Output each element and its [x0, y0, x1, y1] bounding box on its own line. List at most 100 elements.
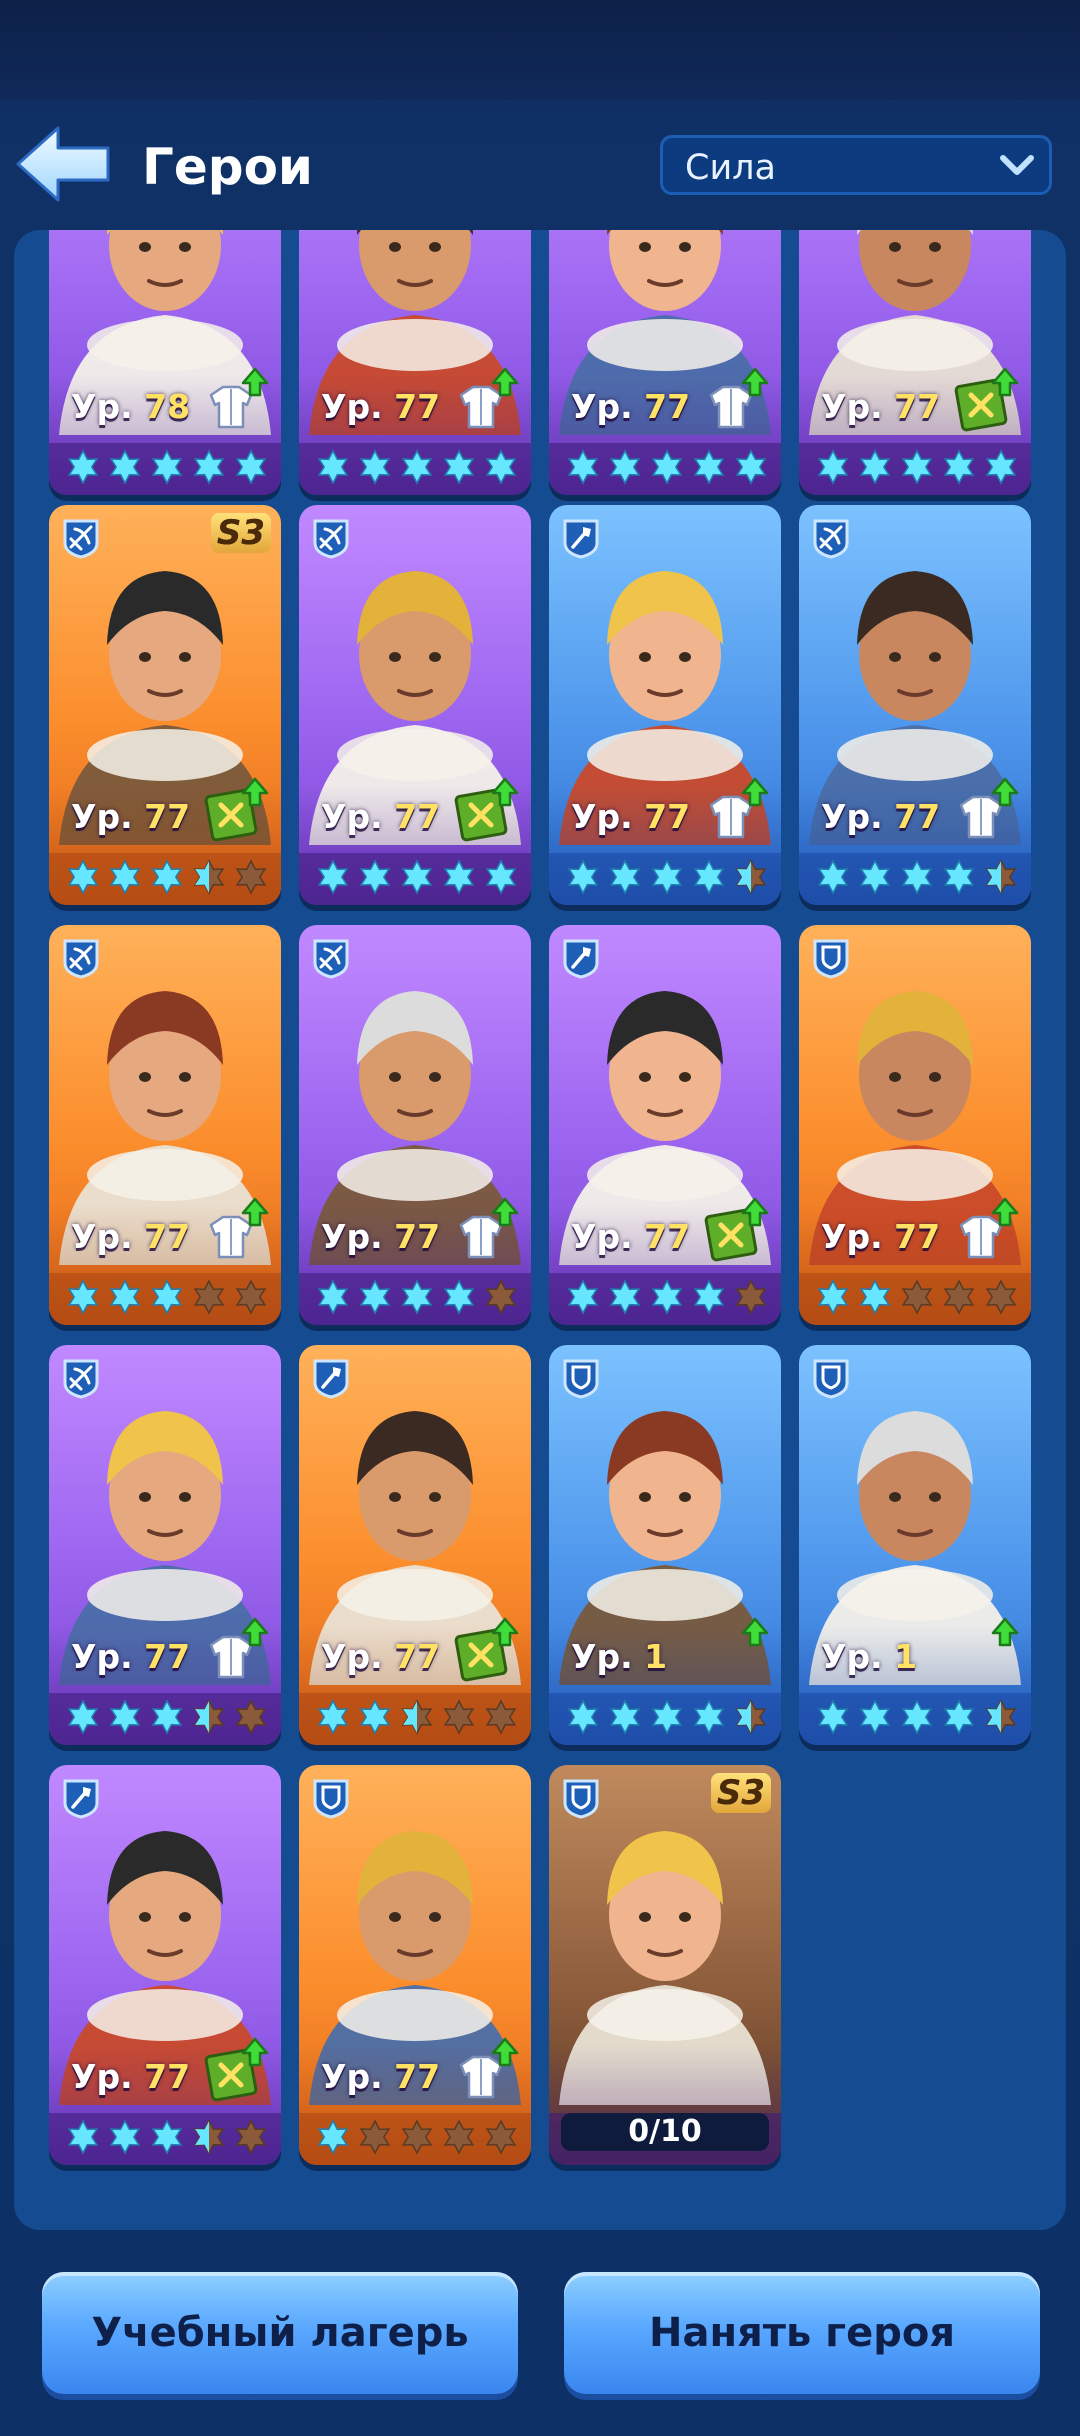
star-filled-icon — [567, 859, 599, 895]
star-filled-icon — [859, 449, 891, 485]
shield-role-icon — [813, 939, 849, 979]
hero-card[interactable]: Ур. 77 — [799, 230, 1031, 495]
star-filled-icon — [943, 449, 975, 485]
manual-upgrade-icon — [204, 2037, 269, 2102]
shovel-role-icon — [563, 939, 599, 979]
locked-hero-card[interactable]: S3 0/10 — [549, 1765, 781, 2165]
star-rating — [317, 1279, 517, 1315]
hero-card[interactable]: Ур. 77 — [299, 1345, 531, 1745]
hero-level: Ур. 77 — [321, 1637, 440, 1676]
season-badge: S3 — [210, 513, 271, 553]
star-filled-icon — [443, 449, 475, 485]
level-prefix: Ур. — [571, 1637, 633, 1676]
star-filled-icon — [817, 449, 849, 485]
hero-level: Ур. 77 — [571, 1217, 690, 1256]
back-button[interactable] — [14, 122, 114, 206]
hero-level: Ур. 77 — [71, 1217, 190, 1256]
crossbow-role-icon — [813, 519, 849, 559]
level-number: 1 — [644, 1637, 668, 1676]
star-filled-icon — [609, 1699, 641, 1735]
level-number: 1 — [894, 1637, 918, 1676]
star-rating — [567, 1699, 767, 1735]
armor-upgrade-icon — [709, 777, 769, 839]
star-rating — [567, 859, 767, 895]
hero-level: Ур. 77 — [321, 797, 440, 836]
level-prefix: Ур. — [321, 2057, 383, 2096]
star-rating — [567, 1279, 767, 1315]
star-empty-icon — [235, 859, 267, 895]
star-empty-icon — [193, 1279, 225, 1315]
star-filled-icon — [317, 1279, 349, 1315]
hero-card[interactable]: Ур. 77 — [299, 1765, 531, 2165]
level-number: 77 — [894, 387, 941, 426]
star-filled-icon — [151, 449, 183, 485]
star-filled-icon — [67, 1279, 99, 1315]
hero-level: Ур. 77 — [821, 1217, 940, 1256]
armor-upgrade-icon — [209, 1617, 269, 1679]
hero-card[interactable]: Ур. 77 — [549, 230, 781, 495]
star-filled-icon — [859, 1279, 891, 1315]
star-filled-icon — [693, 859, 725, 895]
hero-level: Ур. 77 — [71, 797, 190, 836]
hero-card[interactable]: Ур. 77 — [799, 925, 1031, 1325]
crossbow-role-icon — [313, 519, 349, 559]
star-filled-icon — [859, 1699, 891, 1735]
level-number: 77 — [394, 2057, 441, 2096]
star-filled-icon — [109, 449, 141, 485]
hero-card[interactable]: Ур. 77 — [549, 505, 781, 905]
hero-card[interactable]: Ур. 77 — [49, 1765, 281, 2165]
training-camp-button[interactable]: Учебный лагерь — [42, 2272, 518, 2394]
sort-selected-value: Сила — [685, 148, 777, 188]
star-rating — [67, 1699, 267, 1735]
level-prefix: Ур. — [71, 797, 133, 836]
hero-card[interactable]: Ур. 77 — [49, 925, 281, 1325]
shield-role-icon — [563, 1359, 599, 1399]
star-filled-icon — [317, 859, 349, 895]
star-empty-icon — [485, 1279, 517, 1315]
hero-level: Ур. 77 — [571, 797, 690, 836]
star-filled-icon — [359, 449, 391, 485]
hero-card[interactable]: Ур. 1 — [799, 1345, 1031, 1745]
star-rating — [67, 2119, 267, 2155]
hero-card[interactable]: Ур. 77 — [299, 925, 531, 1325]
hire-hero-button[interactable]: Нанять героя — [564, 2272, 1040, 2394]
hero-card[interactable]: Ур. 77 — [549, 925, 781, 1325]
star-rating — [67, 1279, 267, 1315]
hero-card[interactable]: Ур. 77 — [799, 505, 1031, 905]
level-number: 77 — [644, 387, 691, 426]
hero-card[interactable]: Ур. 77 — [299, 505, 531, 905]
star-filled-icon — [151, 859, 183, 895]
shovel-role-icon — [313, 1359, 349, 1399]
upgrade-arrow-icon — [991, 1617, 1019, 1647]
star-filled-icon — [401, 1279, 433, 1315]
level-prefix: Ур. — [321, 1637, 383, 1676]
hero-card[interactable]: Ур. 77 — [49, 1345, 281, 1745]
star-filled-icon — [609, 449, 641, 485]
star-filled-icon — [735, 449, 767, 485]
level-prefix: Ур. — [71, 2057, 133, 2096]
hero-card[interactable]: Ур. 77 — [299, 230, 531, 495]
star-filled-icon — [567, 1699, 599, 1735]
star-rating — [817, 859, 1017, 895]
star-filled-icon — [943, 859, 975, 895]
hero-card[interactable]: Ур. 1 — [549, 1345, 781, 1745]
star-empty-icon — [735, 1279, 767, 1315]
star-filled-icon — [651, 859, 683, 895]
star-filled-icon — [151, 1279, 183, 1315]
hero-card[interactable]: S3 Ур. 77 — [49, 505, 281, 905]
crossbow-role-icon — [63, 519, 99, 559]
hero-card[interactable]: Ур. 78 — [49, 230, 281, 495]
star-empty-icon — [443, 1699, 475, 1735]
star-filled-icon — [401, 859, 433, 895]
shield-role-icon — [313, 1779, 349, 1819]
star-filled-icon — [109, 1699, 141, 1735]
hero-level: Ур. 77 — [71, 2057, 190, 2096]
level-prefix: Ур. — [321, 797, 383, 836]
crossbow-role-icon — [63, 1359, 99, 1399]
sort-dropdown[interactable]: Сила — [660, 135, 1052, 195]
star-filled-icon — [359, 1699, 391, 1735]
manual-upgrade-icon — [454, 1617, 519, 1682]
star-filled-icon — [485, 449, 517, 485]
level-number: 77 — [894, 1217, 941, 1256]
star-filled-icon — [651, 1279, 683, 1315]
